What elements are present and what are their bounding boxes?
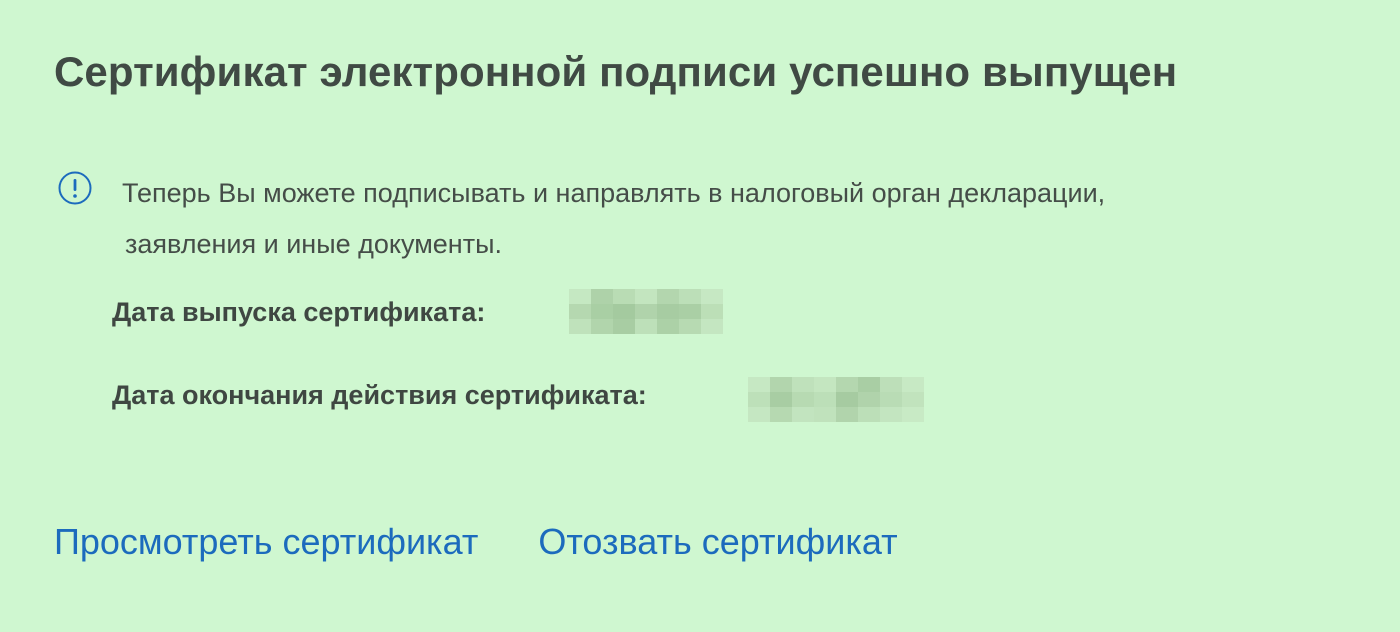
expiry-date-value-redacted xyxy=(748,377,924,422)
notice-line-2: заявления и иные документы. xyxy=(125,229,502,259)
notice-text: Теперь Вы можете подписывать и направлят… xyxy=(122,168,1342,270)
issue-date-value-redacted xyxy=(569,289,723,334)
certificate-actions: Просмотреть сертификат Отозвать сертифика… xyxy=(54,521,898,563)
issue-date-label: Дата выпуска сертификата: xyxy=(112,297,486,327)
page-title: Сертификат электронной подписи успешно в… xyxy=(54,48,1178,95)
view-certificate-link[interactable]: Просмотреть сертификат xyxy=(54,521,478,562)
notice-line-1: Теперь Вы можете подписывать и направлят… xyxy=(122,178,1106,208)
certificate-success-panel: Сертификат электронной подписи успешно в… xyxy=(0,0,1400,632)
info-exclamation-icon xyxy=(58,171,92,205)
revoke-certificate-link[interactable]: Отозвать сертификат xyxy=(538,521,897,562)
expiry-date-label: Дата окончания действия сертификата: xyxy=(112,380,647,410)
